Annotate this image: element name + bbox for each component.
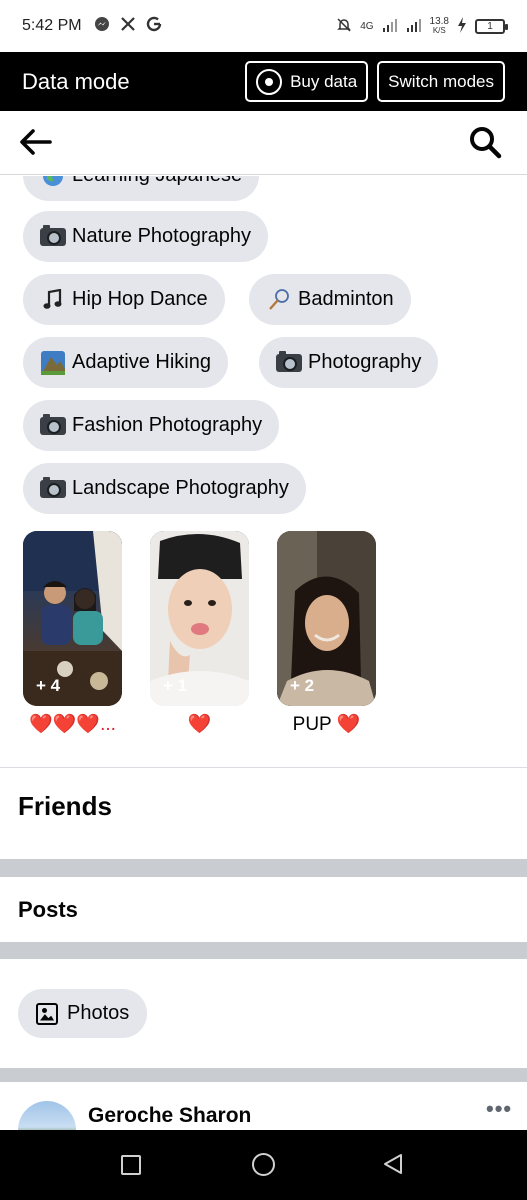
hobby-label: Fashion Photography xyxy=(72,414,263,436)
section-separator xyxy=(0,859,527,877)
hobby-chip[interactable]: Badminton xyxy=(249,274,411,325)
avatar[interactable] xyxy=(18,1101,76,1130)
divider xyxy=(0,767,527,768)
x-icon xyxy=(120,16,136,36)
friends-heading[interactable]: Friends xyxy=(18,791,112,822)
featured-caption: ❤️❤️❤️... xyxy=(29,714,116,735)
system-nav-bar xyxy=(0,1130,527,1200)
hobby-label: Nature Photography xyxy=(72,225,252,247)
camera-icon xyxy=(276,350,302,374)
google-icon xyxy=(146,16,162,36)
arrow-left-icon[interactable] xyxy=(18,127,52,157)
data-mode-title: Data mode xyxy=(22,68,130,94)
camera-icon xyxy=(40,413,66,437)
home-icon[interactable] xyxy=(252,1153,275,1176)
featured-collection[interactable]: + 2 xyxy=(277,531,376,706)
recent-apps-icon[interactable] xyxy=(121,1155,141,1175)
photos-button[interactable]: Photos xyxy=(18,989,148,1038)
photos-label: Photos xyxy=(67,1002,130,1024)
globe-icon xyxy=(40,176,66,187)
hobby-label: Photography xyxy=(308,351,422,373)
featured-count: + 1 xyxy=(163,676,188,695)
featured-caption: PUP ❤️ xyxy=(292,714,361,735)
hobby-chip[interactable]: Learning Japanese xyxy=(23,176,260,201)
switch-modes-button[interactable]: Switch modes xyxy=(377,61,505,102)
post-author[interactable]: Geroche Sharon xyxy=(88,1104,251,1128)
mountain-icon xyxy=(40,350,66,375)
mute-icon xyxy=(336,17,352,36)
signal-icon-2 xyxy=(406,18,422,35)
badminton-icon xyxy=(266,288,292,311)
top-nav xyxy=(0,111,527,175)
hobby-chip[interactable]: Landscape Photography xyxy=(23,463,306,514)
hobby-label: Adaptive Hiking xyxy=(72,351,211,373)
buy-data-label: Buy data xyxy=(290,71,358,91)
section-separator xyxy=(0,1068,527,1082)
signal-icon xyxy=(382,18,398,35)
network-type: 4G xyxy=(360,20,374,32)
hobby-chip[interactable]: Adaptive Hiking xyxy=(23,337,228,388)
status-bar: 5:42 PM 4G 13.8 K/S 1 xyxy=(0,0,527,52)
hobby-chip[interactable]: Photography xyxy=(259,337,439,388)
net-speed: 13.8 K/S xyxy=(429,16,449,36)
hobby-label: Learning Japanese xyxy=(72,176,242,187)
hobby-chip[interactable]: Fashion Photography xyxy=(23,400,280,451)
status-right: 4G 13.8 K/S 1 xyxy=(336,16,508,36)
profile-content: Learning Japanese Nature Photography Hip… xyxy=(0,176,527,1130)
music-note-icon xyxy=(40,288,66,311)
featured-collection[interactable]: + 1 xyxy=(150,531,249,706)
featured-count: + 4 xyxy=(36,676,61,695)
featured-collection[interactable]: + 4 xyxy=(23,531,122,706)
notification-icons xyxy=(94,16,162,36)
search-icon[interactable] xyxy=(468,125,502,159)
more-options-icon[interactable]: ••• xyxy=(486,1096,512,1122)
camera-icon xyxy=(40,476,66,500)
messenger-icon xyxy=(94,16,110,36)
camera-icon xyxy=(40,224,66,248)
hobby-label: Landscape Photography xyxy=(72,477,289,499)
broadcast-icon xyxy=(256,68,283,95)
charging-icon xyxy=(457,16,467,36)
section-separator xyxy=(0,942,527,959)
buy-data-button[interactable]: Buy data xyxy=(245,61,369,102)
back-triangle-icon[interactable] xyxy=(381,1152,405,1176)
hobby-chip[interactable]: Hip Hop Dance xyxy=(23,274,225,325)
hobby-label: Badminton xyxy=(298,288,394,310)
data-mode-bar: Data mode Buy data Switch modes xyxy=(0,52,527,111)
status-time: 5:42 PM xyxy=(22,17,82,34)
posts-heading: Posts xyxy=(18,897,78,922)
photos-icon xyxy=(36,1002,58,1025)
featured-count: + 2 xyxy=(290,676,315,695)
hobby-chip[interactable]: Nature Photography xyxy=(23,211,269,262)
battery-icon: 1 xyxy=(475,18,508,34)
featured-caption: ❤️ xyxy=(187,714,212,735)
hobby-label: Hip Hop Dance xyxy=(72,288,208,310)
